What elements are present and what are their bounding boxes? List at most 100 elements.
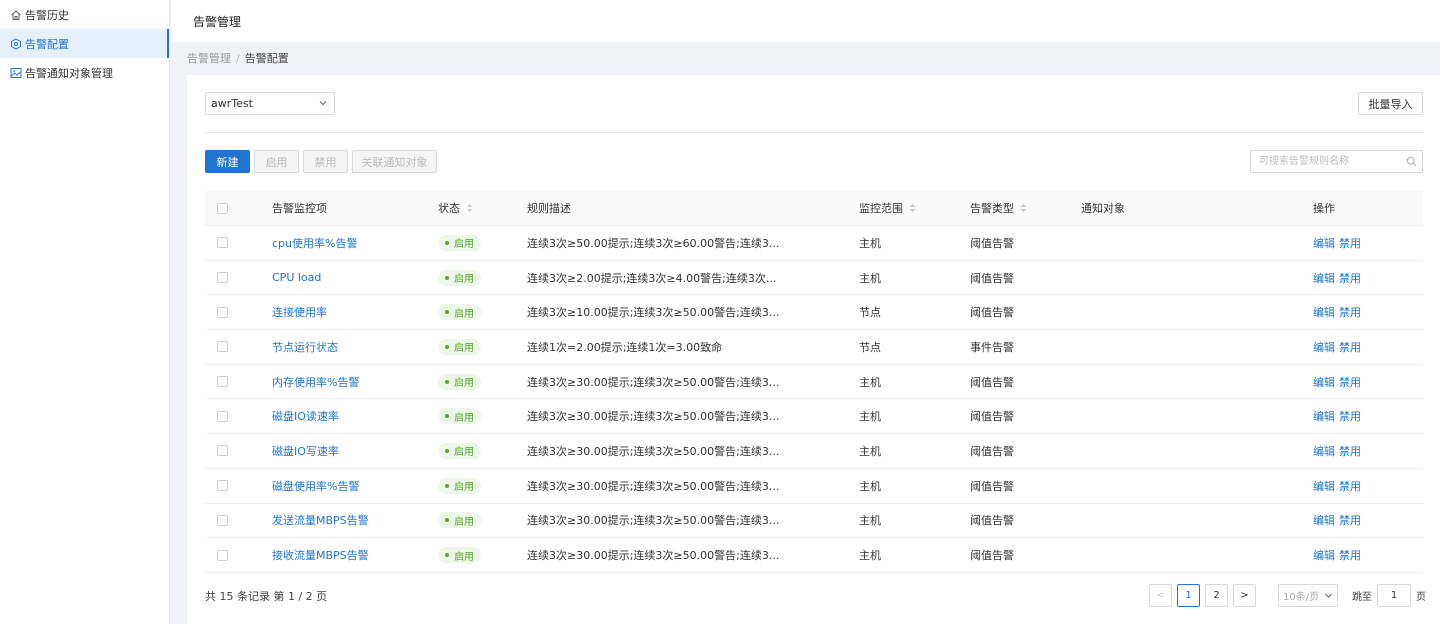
row-checkbox[interactable]: [217, 341, 228, 353]
rule-name-link[interactable]: 接收流量MBPS告警: [272, 547, 369, 563]
rule-scope: 主机: [859, 410, 881, 424]
row-actions: 编辑 禁用: [1313, 443, 1413, 459]
rule-scope: 主机: [859, 479, 881, 493]
select-all-checkbox[interactable]: [217, 202, 228, 214]
breadcrumb-current: 告警配置: [244, 52, 289, 65]
edit-link[interactable]: 编辑: [1313, 408, 1335, 424]
sidebar-item-alert-history[interactable]: 告警历史: [0, 0, 169, 29]
table-header: 告警监控项 状态 规则描述 监控范围 告警类型 通知对象 操作: [205, 191, 1423, 226]
disable-link[interactable]: 禁用: [1339, 443, 1361, 459]
page-button-1[interactable]: 1: [1177, 584, 1200, 607]
edit-link[interactable]: 编辑: [1313, 443, 1335, 459]
disable-link[interactable]: 禁用: [1339, 235, 1361, 251]
sidebar-item-notify-targets[interactable]: 告警通知对象管理: [0, 58, 169, 87]
disable-link[interactable]: 禁用: [1339, 304, 1361, 320]
status-text: 启用: [454, 308, 474, 320]
table-row: cpu使用率%告警 启用 连续3次≥50.00提示;连续3次≥60.00警告;连…: [205, 226, 1423, 261]
rule-name-link[interactable]: CPU load: [272, 271, 321, 284]
sidebar-item-alert-config[interactable]: 告警配置: [0, 29, 169, 58]
col-header-label: 监控范围: [859, 202, 903, 215]
edit-link[interactable]: 编辑: [1313, 512, 1335, 528]
status-dot: [445, 344, 449, 349]
row-actions: 编辑 禁用: [1313, 547, 1413, 563]
rule-scope: 主机: [859, 444, 881, 458]
breadcrumb-separator: /: [236, 52, 240, 65]
rule-name-link[interactable]: 节点运行状态: [272, 339, 338, 355]
prev-page-button[interactable]: <: [1149, 584, 1172, 607]
col-header-label: 告警类型: [970, 202, 1014, 215]
rule-name-link[interactable]: 内存使用率%告警: [272, 374, 359, 390]
rule-type: 阈值告警: [970, 479, 1014, 493]
rule-name-link[interactable]: cpu使用率%告警: [272, 235, 357, 251]
edit-link[interactable]: 编辑: [1313, 374, 1335, 390]
jump-page-input[interactable]: [1377, 584, 1411, 607]
row-actions: 编辑 禁用: [1313, 270, 1413, 286]
rule-type: 阈值告警: [970, 444, 1014, 458]
status-text: 启用: [454, 239, 474, 251]
disable-link[interactable]: 禁用: [1339, 478, 1361, 494]
page-size-select[interactable]: 10条/页: [1278, 584, 1338, 607]
row-checkbox[interactable]: [217, 237, 228, 249]
disable-button[interactable]: 禁用: [303, 150, 348, 173]
rule-type: 阈值告警: [970, 514, 1014, 528]
pagination-summary: 共 15 条记录 第 1 / 2 页: [205, 590, 328, 603]
disable-link[interactable]: 禁用: [1339, 547, 1361, 563]
link-notify-button[interactable]: 关联通知对象: [352, 150, 437, 173]
rule-name-link[interactable]: 磁盘IO写速率: [272, 443, 339, 459]
edit-link[interactable]: 编辑: [1313, 547, 1335, 563]
row-actions: 编辑 禁用: [1313, 478, 1413, 494]
new-button[interactable]: 新建: [205, 150, 250, 173]
row-checkbox[interactable]: [217, 445, 228, 457]
divider: [205, 132, 1423, 133]
search-input[interactable]: [1259, 151, 1409, 172]
rule-desc: 连续3次≥30.00提示;连续3次≥50.00警告;连续3...: [527, 514, 780, 528]
rule-desc: 连续3次≥2.00提示;连续3次≥4.00警告;连续3次...: [527, 271, 777, 285]
row-checkbox[interactable]: [217, 514, 228, 526]
search-icon[interactable]: [1406, 156, 1417, 167]
rule-name-link[interactable]: 磁盘IO读速率: [272, 408, 339, 424]
chevron-down-icon: [318, 98, 328, 108]
row-checkbox[interactable]: [217, 376, 228, 388]
batch-import-button[interactable]: 批量导入: [1358, 92, 1423, 115]
rule-name-link[interactable]: 磁盘使用率%告警: [272, 478, 359, 494]
disable-link[interactable]: 禁用: [1339, 339, 1361, 355]
rule-type: 阈值告警: [970, 410, 1014, 424]
row-actions: 编辑 禁用: [1313, 512, 1413, 528]
instance-select[interactable]: awrTest: [205, 92, 335, 115]
sidebar-item-label: 告警通知对象管理: [25, 66, 113, 80]
disable-link[interactable]: 禁用: [1339, 374, 1361, 390]
row-actions: 编辑 禁用: [1313, 408, 1413, 424]
page-button-2[interactable]: 2: [1205, 584, 1228, 607]
col-header-status[interactable]: 状态: [438, 200, 527, 216]
row-checkbox[interactable]: [217, 272, 228, 284]
sidebar-item-label: 告警配置: [25, 37, 69, 51]
disable-link[interactable]: 禁用: [1339, 512, 1361, 528]
edit-link[interactable]: 编辑: [1313, 270, 1335, 286]
col-header-scope[interactable]: 监控范围: [859, 200, 970, 216]
disable-link[interactable]: 禁用: [1339, 270, 1361, 286]
row-checkbox[interactable]: [217, 410, 228, 422]
rule-name-link[interactable]: 发送流量MBPS告警: [272, 512, 369, 528]
breadcrumb-parent[interactable]: 告警管理: [187, 52, 231, 65]
row-checkbox[interactable]: [217, 480, 228, 492]
status-dot: [445, 518, 449, 523]
rule-name-link[interactable]: 连接使用率: [272, 304, 327, 320]
row-checkbox[interactable]: [217, 306, 228, 318]
row-checkbox[interactable]: [217, 549, 228, 561]
next-page-button[interactable]: >: [1233, 584, 1256, 607]
edit-link[interactable]: 编辑: [1313, 339, 1335, 355]
rule-scope: 主机: [859, 549, 881, 563]
col-header-type[interactable]: 告警类型: [970, 200, 1081, 216]
settings-icon: [10, 37, 22, 50]
status-dot: [445, 310, 449, 315]
edit-link[interactable]: 编辑: [1313, 304, 1335, 320]
image-icon: [10, 67, 22, 79]
status-badge: 启用: [438, 477, 481, 494]
edit-link[interactable]: 编辑: [1313, 235, 1335, 251]
row-actions: 编辑 禁用: [1313, 374, 1413, 390]
row-actions: 编辑 禁用: [1313, 235, 1413, 251]
enable-button[interactable]: 启用: [254, 150, 299, 173]
table-row: 磁盘使用率%告警 启用 连续3次≥30.00提示;连续3次≥50.00警告;连续…: [205, 469, 1423, 504]
disable-link[interactable]: 禁用: [1339, 408, 1361, 424]
edit-link[interactable]: 编辑: [1313, 478, 1335, 494]
